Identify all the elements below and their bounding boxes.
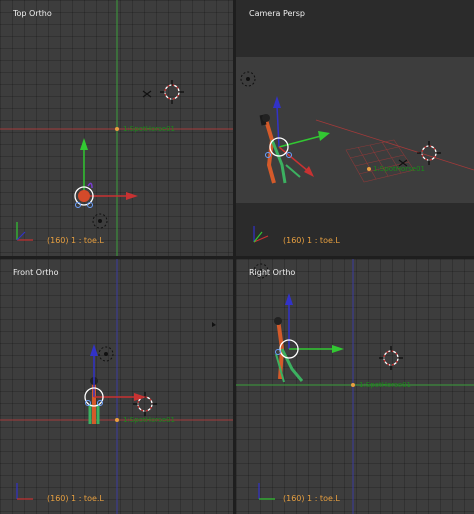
object-name-label: 1:SpotHorse01: [123, 416, 175, 424]
camera-icon[interactable]: [142, 90, 152, 98]
viewport-right-ortho[interactable]: 1:SpotHorse01 Right Ortho (160) 1: toe.…: [236, 259, 474, 514]
object-origin: [115, 418, 119, 422]
viewport-status: (160) 1 : toe.L: [47, 494, 104, 503]
viewport-front-ortho[interactable]: 1:SpotHorse01 Front Ortho (160) 1: toe.…: [0, 259, 233, 514]
transform-manipulator-icon[interactable]: [74, 138, 138, 208]
transform-manipulator-icon[interactable]: [84, 344, 146, 407]
object-name-label: 1:SpotHorse01: [359, 381, 411, 389]
3d-cursor-icon: [379, 346, 403, 370]
lamp-icon[interactable]: [240, 71, 256, 87]
viewport-canvas[interactable]: 1:SpotHorse01: [0, 0, 233, 256]
viewport-status: (160) 1 : toe.L: [47, 236, 104, 245]
camera-icon[interactable]: [212, 322, 216, 327]
viewport-status: (160) 1 : toe.L: [283, 494, 340, 503]
viewport-title: Camera Persp: [249, 9, 305, 18]
axis-gizmo-icon: [16, 483, 33, 500]
transform-manipulator-icon[interactable]: [265, 96, 331, 177]
viewport-canvas[interactable]: 1:SpotHorse01: [236, 0, 474, 256]
viewport-top-ortho[interactable]: 1:SpotHorse01 Top Ortho (160) 1 : toe.L: [0, 0, 233, 256]
object-name-label: 1:SpotHorse01: [123, 125, 175, 133]
object-name-label: 1:SpotHorse01: [373, 165, 425, 173]
viewport-title: Top Ortho: [13, 9, 52, 18]
floor-grid: [345, 139, 415, 183]
axis-gizmo-icon: [258, 483, 275, 500]
object-origin: [351, 383, 355, 387]
object-origin: [367, 167, 371, 171]
viewport-status: (160) 1 : toe.L: [283, 236, 340, 245]
viewport-title: Right Ortho: [249, 268, 296, 277]
viewport-canvas[interactable]: 1:SpotHorse01: [236, 259, 474, 514]
viewport-camera-persp[interactable]: 1:SpotHorse01 Camera Persp (160) 1: toe…: [236, 0, 474, 256]
transform-manipulator-icon[interactable]: [275, 293, 345, 359]
viewport-canvas[interactable]: 1:SpotHorse01: [0, 259, 233, 514]
3d-cursor-icon: [417, 141, 441, 165]
lamp-icon[interactable]: [92, 213, 108, 229]
3d-cursor-icon: [160, 80, 184, 104]
axis-gizmo-icon: [16, 222, 33, 241]
lamp-icon[interactable]: [98, 346, 114, 362]
object-origin: [115, 127, 119, 131]
viewport-title: Front Ortho: [13, 268, 59, 277]
x-axis-line: [315, 119, 474, 171]
axis-gizmo-icon: [253, 226, 269, 243]
